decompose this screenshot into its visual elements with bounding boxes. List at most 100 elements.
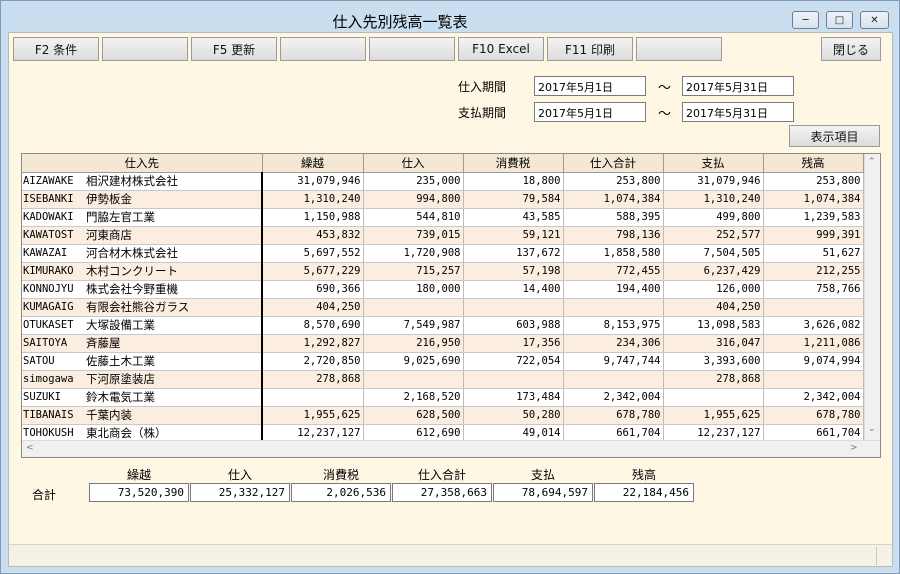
cell-purchase-total[interactable]: 678,780: [563, 406, 664, 425]
table-row[interactable]: simogawa 下河原塗装店 278,868 278,868: [22, 370, 864, 389]
table-row[interactable]: KONNOJYU 株式会社今野重機 690,366 180,000 14,400 194,…: [22, 280, 864, 299]
payment-from-field[interactable]: 2017年5月1日: [534, 102, 646, 122]
cell-zandaka[interactable]: 3,626,082: [763, 316, 864, 335]
cell-zandaka[interactable]: 1,074,384: [763, 190, 864, 209]
cell-tax[interactable]: 722,054: [463, 352, 564, 371]
cell-code[interactable]: KAWAZAI: [22, 244, 84, 263]
supplier-balance-grid[interactable]: 仕入先 繰越 仕入 消費税 仕入合計 支払 残高 AIZAWAKE 相沢建材株式会…: [21, 153, 881, 458]
f5-refresh-button[interactable]: F5 更新: [191, 37, 277, 61]
cell-zandaka[interactable]: [763, 298, 864, 317]
cell-name[interactable]: 大塚設備工業: [84, 316, 263, 335]
cell-kurikoshi[interactable]: 453,832: [262, 226, 364, 245]
cell-code[interactable]: ISEBANKI: [22, 190, 84, 209]
cell-shiharai[interactable]: 31,079,946: [663, 172, 764, 191]
table-row[interactable]: SATOU 佐藤土木工業 2,720,850 9,025,690 722,054 9,74…: [22, 352, 864, 371]
cell-name[interactable]: 有限会社熊谷ガラス: [84, 298, 263, 317]
cell-purchase-total[interactable]: 1,074,384: [563, 190, 664, 209]
table-row[interactable]: SAITOYA 斉藤屋 1,292,827 216,950 17,356 234,306 3…: [22, 334, 864, 353]
cell-shiire[interactable]: 9,025,690: [363, 352, 464, 371]
cell-shiharai[interactable]: 126,000: [663, 280, 764, 299]
cell-purchase-total[interactable]: 194,400: [563, 280, 664, 299]
toolbar-blank-button-3[interactable]: [369, 37, 455, 61]
cell-code[interactable]: SUZUKI: [22, 388, 84, 407]
minimize-button[interactable]: ─: [792, 11, 819, 29]
cell-kurikoshi[interactable]: 5,697,552: [262, 244, 364, 263]
cell-shiharai[interactable]: 1,310,240: [663, 190, 764, 209]
cell-code[interactable]: KIMURAKO: [22, 262, 84, 281]
cell-shiire[interactable]: 216,950: [363, 334, 464, 353]
cell-kurikoshi[interactable]: 1,310,240: [262, 190, 364, 209]
cell-kurikoshi[interactable]: 278,868: [262, 370, 364, 389]
cell-code[interactable]: KAWATOST: [22, 226, 84, 245]
table-row[interactable]: AIZAWAKE 相沢建材株式会社 31,079,946 235,000 18,800 2…: [22, 172, 864, 191]
cell-purchase-total[interactable]: [563, 370, 664, 389]
toolbar-blank-button-2[interactable]: [280, 37, 366, 61]
cell-name[interactable]: 佐藤土木工業: [84, 352, 263, 371]
cell-name[interactable]: 株式会社今野重機: [84, 280, 263, 299]
cell-code[interactable]: TIBANAIS: [22, 406, 84, 425]
header-supplier[interactable]: 仕入先: [22, 154, 263, 173]
cell-zandaka[interactable]: 51,627: [763, 244, 864, 263]
cell-shiharai[interactable]: 404,250: [663, 298, 764, 317]
cell-name[interactable]: 斉藤屋: [84, 334, 263, 353]
table-row[interactable]: KADOWAKI 門脇左官工業 1,150,988 544,810 43,585 588,…: [22, 208, 864, 227]
cell-tax[interactable]: 14,400: [463, 280, 564, 299]
cell-shiharai[interactable]: 6,237,429: [663, 262, 764, 281]
toolbar-blank-button-1[interactable]: [102, 37, 188, 61]
cell-code[interactable]: KUMAGAIG: [22, 298, 84, 317]
cell-shiire[interactable]: 180,000: [363, 280, 464, 299]
header-tax[interactable]: 消費税: [463, 154, 564, 173]
cell-purchase-total[interactable]: 2,342,004: [563, 388, 664, 407]
cell-kurikoshi[interactable]: 1,955,625: [262, 406, 364, 425]
cell-tax[interactable]: 173,484: [463, 388, 564, 407]
cell-shiharai[interactable]: 316,047: [663, 334, 764, 353]
f11-print-button[interactable]: F11 印刷: [547, 37, 633, 61]
cell-purchase-total[interactable]: 588,395: [563, 208, 664, 227]
cell-shiire[interactable]: 7,549,987: [363, 316, 464, 335]
table-row[interactable]: KUMAGAIG 有限会社熊谷ガラス 404,250 404,250: [22, 298, 864, 317]
scroll-left-icon[interactable]: <: [26, 443, 34, 453]
toolbar-blank-button-4[interactable]: [636, 37, 722, 61]
cell-zandaka[interactable]: [763, 370, 864, 389]
cell-shiire[interactable]: 1,720,908: [363, 244, 464, 263]
cell-shiire[interactable]: 739,015: [363, 226, 464, 245]
cell-shiire[interactable]: 994,800: [363, 190, 464, 209]
cell-kurikoshi[interactable]: 1,150,988: [262, 208, 364, 227]
payment-to-field[interactable]: 2017年5月31日: [682, 102, 794, 122]
cell-tax[interactable]: [463, 298, 564, 317]
cell-tax[interactable]: 137,672: [463, 244, 564, 263]
cell-shiire[interactable]: 715,257: [363, 262, 464, 281]
cell-shiharai[interactable]: 1,955,625: [663, 406, 764, 425]
cell-zandaka[interactable]: 212,255: [763, 262, 864, 281]
cell-name[interactable]: 千葉内装: [84, 406, 263, 425]
header-zandaka[interactable]: 残高: [763, 154, 864, 173]
cell-purchase-total[interactable]: [563, 298, 664, 317]
vertical-scrollbar[interactable]: ⌃ ⌄: [864, 154, 880, 441]
table-row[interactable]: KAWATOST 河東商店 453,832 739,015 59,121 798,136 2…: [22, 226, 864, 245]
cell-name[interactable]: 鈴木電気工業: [84, 388, 263, 407]
table-row[interactable]: ISEBANKI 伊勢板金 1,310,240 994,800 79,584 1,074,…: [22, 190, 864, 209]
cell-shiire[interactable]: 2,168,520: [363, 388, 464, 407]
f2-conditions-button[interactable]: F2 条件: [13, 37, 99, 61]
cell-shiharai[interactable]: [663, 388, 764, 407]
resize-grip-icon[interactable]: [876, 547, 890, 565]
f10-excel-button[interactable]: F10 Excel: [458, 37, 544, 61]
cell-shiire[interactable]: 544,810: [363, 208, 464, 227]
cell-tax[interactable]: [463, 370, 564, 389]
header-purchase-total[interactable]: 仕入合計: [563, 154, 664, 173]
cell-tax[interactable]: 43,585: [463, 208, 564, 227]
cell-shiharai[interactable]: 7,504,505: [663, 244, 764, 263]
cell-shiharai[interactable]: 499,800: [663, 208, 764, 227]
cell-tax[interactable]: 603,988: [463, 316, 564, 335]
cell-purchase-total[interactable]: 1,858,580: [563, 244, 664, 263]
scroll-up-icon[interactable]: ⌃: [868, 157, 876, 167]
purchase-from-field[interactable]: 2017年5月1日: [534, 76, 646, 96]
cell-code[interactable]: SAITOYA: [22, 334, 84, 353]
cell-code[interactable]: AIZAWAKE: [22, 172, 84, 191]
cell-zandaka[interactable]: 2,342,004: [763, 388, 864, 407]
header-kurikoshi[interactable]: 繰越: [262, 154, 364, 173]
cell-name[interactable]: 相沢建材株式会社: [84, 172, 263, 191]
close-button[interactable]: 閉じる: [821, 37, 881, 61]
table-row[interactable]: KIMURAKO 木村コンクリート 5,677,229 715,257 57,198 77…: [22, 262, 864, 281]
cell-purchase-total[interactable]: 9,747,744: [563, 352, 664, 371]
